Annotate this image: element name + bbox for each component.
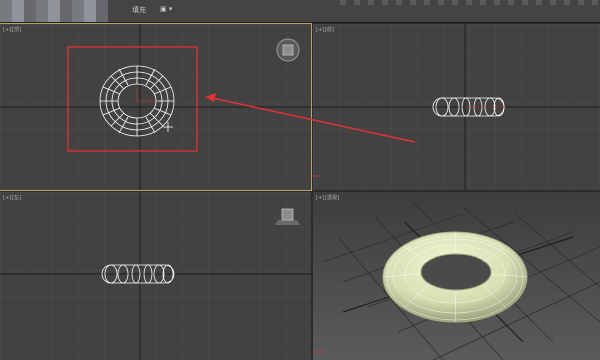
blurred-region bbox=[0, 0, 108, 22]
viewport-top[interactable]: [+][顶] bbox=[0, 23, 312, 191]
viewport-front[interactable]: [+][前] bbox=[313, 24, 600, 190]
perspective-scene bbox=[313, 192, 600, 360]
display-mode-dropdown[interactable]: ▣ ▾ bbox=[160, 5, 172, 13]
torus-shaded bbox=[382, 231, 528, 323]
viewcube-icon[interactable] bbox=[276, 38, 300, 62]
left-scene bbox=[101, 208, 300, 284]
viewcube-icon[interactable] bbox=[275, 208, 300, 225]
front-scene bbox=[313, 97, 506, 177]
fill-label: 填充 bbox=[132, 6, 146, 14]
torus-left-wireframe bbox=[101, 264, 175, 284]
viewport-perspective[interactable]: [+][透视] bbox=[313, 192, 600, 360]
mouse-cursor bbox=[163, 122, 173, 132]
main-toolbar: 填充 ▣ ▾ bbox=[0, 0, 600, 23]
viewport-label-perspective[interactable]: [+][透视] bbox=[316, 194, 339, 201]
top-scene bbox=[67, 38, 300, 152]
viewport-left[interactable]: [+][左] bbox=[0, 192, 311, 360]
toolbar-icons-row bbox=[340, 0, 600, 5]
